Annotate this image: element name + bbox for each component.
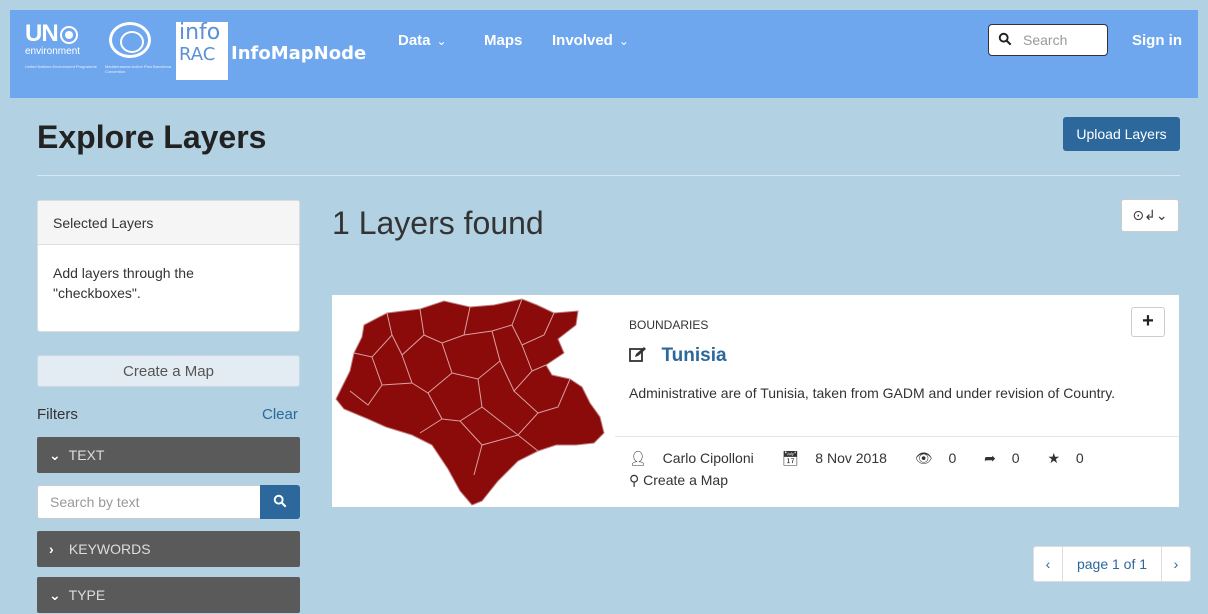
- edit-icon[interactable]: [629, 346, 647, 362]
- layer-category: BOUNDARIES: [629, 318, 709, 332]
- nav-item-maps[interactable]: Maps: [484, 32, 522, 49]
- star-count: 0: [1075, 450, 1084, 466]
- create-map-label: Create a Map: [643, 472, 728, 488]
- share-count: 0: [1011, 450, 1020, 466]
- map-logo[interactable]: Mediterranean Action Plan Barcelona Conv…: [105, 22, 175, 74]
- keywords-filter-label: KEYWORDS: [68, 541, 151, 557]
- date-item: 📅︎ 8 Nov 2018: [782, 450, 899, 466]
- view-count: 0: [948, 450, 957, 466]
- un-globe-icon: [59, 26, 78, 44]
- selected-layers-panel: Selected Layers Add layers through the "…: [37, 200, 300, 332]
- nav-item-label: Maps: [484, 32, 523, 49]
- text-search-input[interactable]: [37, 485, 261, 519]
- pagination: ‹ page 1 of 1 ›: [1033, 546, 1191, 582]
- card-divider: [615, 436, 1179, 437]
- star-icon: ★: [1047, 450, 1061, 466]
- plus-icon: +: [1142, 310, 1154, 332]
- user-icon: 👤︎: [629, 450, 647, 466]
- un-logo-small-text: United Nations Environment Programme: [25, 64, 97, 69]
- owner-name: Carlo Cipolloni: [662, 450, 754, 466]
- current-page-indicator: page 1 of 1: [1062, 546, 1162, 582]
- nav-search-input[interactable]: [1023, 31, 1103, 49]
- map-marker-icon: ⚲: [629, 472, 640, 488]
- chevron-down-icon: ⌄: [618, 34, 629, 48]
- views-item: 👁︎ 0: [915, 450, 968, 466]
- upload-layers-button[interactable]: Upload Layers: [1063, 117, 1180, 151]
- stars-item: ★ 0: [1047, 450, 1095, 466]
- owner-item[interactable]: 👤︎ Carlo Cipolloni: [629, 450, 766, 466]
- un-environment-logo[interactable]: UN environment United Nations Environmen…: [25, 20, 97, 70]
- layer-title-row: Tunisia: [629, 345, 727, 367]
- layer-title-link[interactable]: Tunisia: [661, 345, 726, 366]
- results-count: 1 Layers found: [332, 205, 544, 241]
- layer-description: Administrative are of Tunisia, taken fro…: [629, 385, 1116, 401]
- text-search-button[interactable]: [260, 485, 300, 519]
- wreath-icon: [109, 22, 151, 58]
- inforac-logo-line1: info: [179, 20, 221, 45]
- chevron-down-icon: ⌄: [436, 34, 447, 48]
- selected-layers-hint: Add layers through the "checkboxes".: [53, 265, 194, 301]
- sort-order-icon: ⊙↲⌄: [1132, 207, 1168, 224]
- un-logo-text: UN: [25, 20, 59, 47]
- share-icon: ➦: [984, 450, 996, 466]
- nav-item-involved[interactable]: Involved ⌄: [552, 32, 629, 49]
- layer-card: BOUNDARIES Tunisia Administrative are of…: [332, 295, 1179, 507]
- page-title: Explore Layers: [37, 119, 267, 155]
- layer-meta: 👤︎ Carlo Cipolloni 📅︎ 8 Nov 2018 👁︎ 0 ➦ …: [629, 450, 1108, 467]
- type-filter-toggle[interactable]: ⌄ TYPE: [37, 577, 300, 613]
- nav-item-data[interactable]: Data ⌄: [398, 32, 447, 49]
- clear-filters-link[interactable]: Clear: [262, 406, 298, 423]
- inforac-logo-line2: RAC: [179, 44, 216, 65]
- chevron-down-icon: ⌄: [49, 447, 61, 463]
- sort-order-button[interactable]: ⊙↲⌄: [1121, 199, 1179, 232]
- create-map-button[interactable]: Create a Map: [37, 355, 300, 387]
- next-page-button[interactable]: ›: [1161, 546, 1191, 582]
- nav-search-box: [988, 24, 1108, 56]
- search-icon: [998, 32, 1012, 46]
- chevron-right-icon: ›: [49, 541, 54, 557]
- eye-icon: 👁︎: [914, 450, 933, 466]
- chevron-down-icon: ⌄: [49, 587, 61, 603]
- text-filter-toggle[interactable]: ⌄ TEXT: [37, 437, 300, 473]
- brand-name[interactable]: InfoMapNode: [231, 43, 366, 64]
- nav-item-label: Involved: [552, 32, 613, 49]
- text-search-group: [37, 485, 300, 519]
- text-filter-label: TEXT: [68, 447, 105, 463]
- un-logo-subtext: environment: [25, 46, 81, 57]
- type-filter-label: TYPE: [68, 587, 106, 603]
- search-icon: [273, 494, 287, 507]
- filters-label: Filters: [37, 406, 78, 423]
- layer-thumbnail[interactable]: [332, 295, 615, 507]
- publish-date: 8 Nov 2018: [815, 450, 887, 466]
- add-layer-button[interactable]: +: [1131, 307, 1165, 337]
- inforac-logo[interactable]: info RAC: [176, 22, 228, 80]
- create-map-from-layer-link[interactable]: ⚲ Create a Map: [629, 472, 728, 489]
- header-divider: [37, 175, 1180, 176]
- sign-in-link[interactable]: Sign in: [1132, 32, 1182, 49]
- shares-item: ➦ 0: [984, 450, 1031, 466]
- selected-layers-title: Selected Layers: [38, 201, 299, 245]
- navbar: UN environment United Nations Environmen…: [10, 10, 1198, 98]
- keywords-filter-toggle[interactable]: › KEYWORDS: [37, 531, 300, 567]
- map-logo-small-text: Mediterranean Action Plan Barcelona Conv…: [105, 64, 172, 74]
- previous-page-button[interactable]: ‹: [1033, 546, 1063, 582]
- calendar-icon: 📅︎: [781, 450, 800, 466]
- nav-item-label: Data: [398, 32, 431, 49]
